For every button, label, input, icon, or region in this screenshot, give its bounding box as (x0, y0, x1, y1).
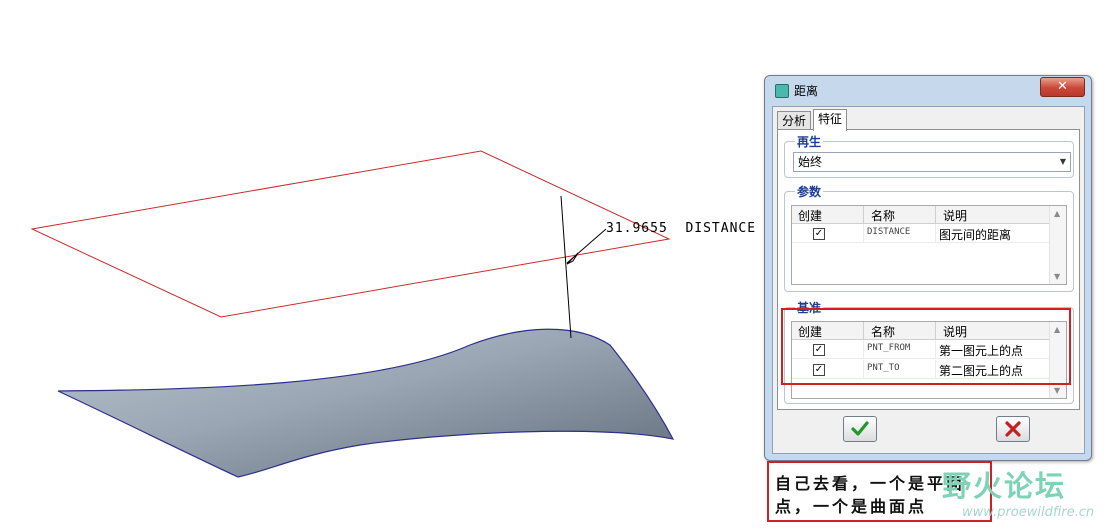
create-checkbox[interactable]: ✓ (813, 228, 825, 240)
tab-analysis[interactable]: 分析 (777, 111, 812, 130)
regen-select[interactable]: 始终 ▼ (793, 152, 1071, 172)
param-name: DISTANCE (867, 227, 911, 237)
close-button[interactable]: ✕ (1040, 77, 1085, 97)
regen-select-value: 始终 (798, 155, 823, 169)
regen-group-label: 再生 (795, 133, 824, 150)
col-name[interactable]: 名称 (871, 207, 895, 224)
chevron-down-icon[interactable]: ▼ (1060, 153, 1066, 171)
col-create[interactable]: 创建 (798, 207, 822, 224)
datum-table-highlight (781, 308, 1071, 385)
watermark-logo: 野火论坛 (942, 469, 1067, 503)
params-scrollbar[interactable]: ▲ ▼ (1049, 206, 1066, 284)
params-group: 参数 创建 名称 说明 ✓ DISTANCE 图元间的距离 ▲ ▼ (784, 183, 1074, 292)
distance-dimension-label: 31.9655 DISTANCE (606, 221, 756, 236)
ok-button[interactable] (843, 416, 877, 442)
cancel-button[interactable] (996, 416, 1030, 442)
regen-group: 再生 始终 ▼ (784, 133, 1074, 178)
scroll-down-icon[interactable]: ▼ (1054, 386, 1060, 395)
dialog-app-icon (775, 84, 789, 98)
watermark-url: www.proewildfire.cn (962, 505, 1095, 520)
param-desc: 图元间的距离 (939, 228, 1012, 242)
dialog-titlebar[interactable]: 距离 ✕ (765, 76, 1091, 104)
params-group-label: 参数 (795, 183, 824, 200)
dialog-title: 距离 (794, 84, 819, 98)
dimension-arrow (566, 252, 579, 265)
datum-plane[interactable] (30, 150, 671, 318)
table-row[interactable]: ✓ DISTANCE 图元间的距离 (792, 224, 1050, 243)
dimension-name: DISTANCE (685, 221, 757, 236)
check-icon (851, 421, 869, 436)
note-line-2: 点，一个是曲面点 (775, 497, 928, 516)
distance-dialog: 距离 ✕ 分析 特征 再生 始终 ▼ 参数 创建 名称 说明 ✓ DISTANC… (764, 75, 1092, 461)
distance-measure-line (560, 195, 572, 339)
dimension-value: 31.9655 (606, 221, 668, 236)
scroll-down-icon[interactable]: ▼ (1054, 272, 1060, 281)
note-line-1: 自己去看，一个是平面 (775, 474, 966, 493)
close-icon: ✕ (1057, 79, 1068, 94)
x-icon (1005, 421, 1021, 437)
params-table-header: 创建 名称 说明 (792, 206, 1050, 224)
scroll-up-icon[interactable]: ▲ (1054, 209, 1060, 218)
tab-feature[interactable]: 特征 (813, 109, 848, 131)
dialog-client: 分析 特征 再生 始终 ▼ 参数 创建 名称 说明 ✓ DISTANCE 图元间… (772, 106, 1085, 454)
params-table: 创建 名称 说明 ✓ DISTANCE 图元间的距离 ▲ ▼ (791, 205, 1067, 285)
col-desc[interactable]: 说明 (943, 207, 967, 224)
curved-surface[interactable] (57, 328, 675, 478)
